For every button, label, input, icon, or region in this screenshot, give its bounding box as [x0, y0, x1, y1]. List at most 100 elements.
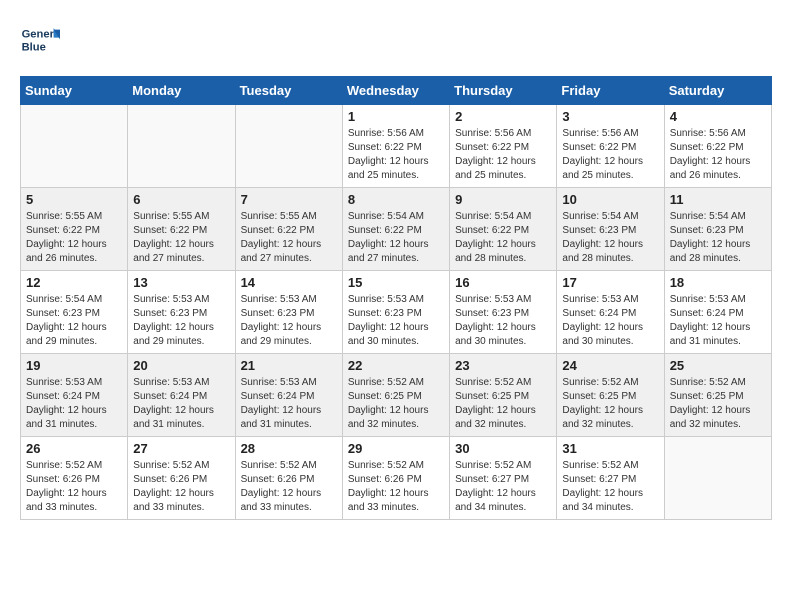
logo: General Blue [20, 20, 60, 60]
calendar-week-row: 19 Sunrise: 5:53 AM Sunset: 6:24 PM Dayli… [21, 354, 772, 437]
calendar-day-cell: 10Sunrise: 5:54 AM Sunset: 6:23 PM Dayli… [557, 188, 664, 271]
calendar-day-cell: 18 Sunrise: 5:53 AM Sunset: 6:24 PM Dayli… [664, 271, 771, 354]
day-detail: Sunrise: 5:54 AM Sunset: 6:22 PM Dayligh… [348, 210, 444, 266]
day-detail: Sunrise: 5:52 AM Sunset: 6:26 PM Dayligh… [133, 459, 229, 515]
day-detail: Sunrise: 5:52 AM Sunset: 6:27 PM Dayligh… [455, 459, 551, 515]
day-detail: Sunrise: 5:52 AM Sunset: 6:27 PM Dayligh… [562, 459, 658, 515]
svg-text:Blue: Blue [22, 41, 46, 53]
calendar-day-cell: 15 Sunrise: 5:53 AM Sunset: 6:23 PM Dayli… [342, 271, 449, 354]
day-number: 9 [455, 192, 551, 207]
weekday-header: Monday [128, 77, 235, 105]
day-number: 31 [562, 441, 658, 456]
calendar-day-cell [21, 105, 128, 188]
day-detail: Sunrise: 5:53 AM Sunset: 6:24 PM Dayligh… [670, 293, 766, 349]
weekday-header-row: SundayMondayTuesdayWednesdayThursdayFrid… [21, 77, 772, 105]
day-number: 1 [348, 109, 444, 124]
calendar-day-cell: 25Sunrise: 5:52 AM Sunset: 6:25 PM Dayli… [664, 354, 771, 437]
day-number: 27 [133, 441, 229, 456]
day-detail: Sunrise: 5:56 AM Sunset: 6:22 PM Dayligh… [348, 127, 444, 183]
calendar-day-cell: 28 Sunrise: 5:52 AM Sunset: 6:26 PM Dayli… [235, 437, 342, 520]
day-detail: Sunrise: 5:53 AM Sunset: 6:24 PM Dayligh… [26, 376, 122, 432]
calendar-day-cell: 11Sunrise: 5:54 AM Sunset: 6:23 PM Dayli… [664, 188, 771, 271]
calendar-day-cell: 9 Sunrise: 5:54 AM Sunset: 6:22 PM Daylig… [450, 188, 557, 271]
day-detail: Sunrise: 5:54 AM Sunset: 6:23 PM Dayligh… [26, 293, 122, 349]
calendar-week-row: 5 Sunrise: 5:55 AM Sunset: 6:22 PM Daylig… [21, 188, 772, 271]
day-detail: Sunrise: 5:55 AM Sunset: 6:22 PM Dayligh… [26, 210, 122, 266]
day-detail: Sunrise: 5:55 AM Sunset: 6:22 PM Dayligh… [133, 210, 229, 266]
calendar-day-cell: 26 Sunrise: 5:52 AM Sunset: 6:26 PM Dayli… [21, 437, 128, 520]
day-detail: Sunrise: 5:52 AM Sunset: 6:26 PM Dayligh… [26, 459, 122, 515]
day-number: 24 [562, 358, 658, 373]
day-number: 14 [241, 275, 337, 290]
day-number: 8 [348, 192, 444, 207]
calendar-day-cell: 1 Sunrise: 5:56 AM Sunset: 6:22 PM Daylig… [342, 105, 449, 188]
calendar-table: SundayMondayTuesdayWednesdayThursdayFrid… [20, 76, 772, 520]
day-number: 20 [133, 358, 229, 373]
calendar-day-cell: 23 Sunrise: 5:52 AM Sunset: 6:25 PM Dayli… [450, 354, 557, 437]
calendar-day-cell: 27 Sunrise: 5:52 AM Sunset: 6:26 PM Dayli… [128, 437, 235, 520]
day-number: 3 [562, 109, 658, 124]
calendar-day-cell: 4 Sunrise: 5:56 AM Sunset: 6:22 PM Daylig… [664, 105, 771, 188]
calendar-day-cell: 30Sunrise: 5:52 AM Sunset: 6:27 PM Dayli… [450, 437, 557, 520]
weekday-header: Thursday [450, 77, 557, 105]
day-detail: Sunrise: 5:53 AM Sunset: 6:23 PM Dayligh… [241, 293, 337, 349]
day-number: 28 [241, 441, 337, 456]
day-number: 5 [26, 192, 122, 207]
day-number: 22 [348, 358, 444, 373]
weekday-header: Tuesday [235, 77, 342, 105]
day-number: 17 [562, 275, 658, 290]
calendar-day-cell: 24 Sunrise: 5:52 AM Sunset: 6:25 PM Dayli… [557, 354, 664, 437]
calendar-day-cell: 16Sunrise: 5:53 AM Sunset: 6:23 PM Dayli… [450, 271, 557, 354]
day-number: 21 [241, 358, 337, 373]
day-detail: Sunrise: 5:52 AM Sunset: 6:25 PM Dayligh… [348, 376, 444, 432]
calendar-day-cell: 29 Sunrise: 5:52 AM Sunset: 6:26 PM Dayli… [342, 437, 449, 520]
day-number: 13 [133, 275, 229, 290]
day-detail: Sunrise: 5:53 AM Sunset: 6:24 PM Dayligh… [133, 376, 229, 432]
page-header: General Blue [20, 20, 772, 60]
logo-icon: General Blue [20, 20, 60, 60]
calendar-day-cell: 19 Sunrise: 5:53 AM Sunset: 6:24 PM Dayli… [21, 354, 128, 437]
day-detail: Sunrise: 5:53 AM Sunset: 6:23 PM Dayligh… [455, 293, 551, 349]
calendar-week-row: 1 Sunrise: 5:56 AM Sunset: 6:22 PM Daylig… [21, 105, 772, 188]
calendar-day-cell [235, 105, 342, 188]
calendar-day-cell: 21 Sunrise: 5:53 AM Sunset: 6:24 PM Dayli… [235, 354, 342, 437]
day-number: 18 [670, 275, 766, 290]
weekday-header: Wednesday [342, 77, 449, 105]
calendar-day-cell: 7 Sunrise: 5:55 AM Sunset: 6:22 PM Daylig… [235, 188, 342, 271]
calendar-day-cell: 22 Sunrise: 5:52 AM Sunset: 6:25 PM Dayli… [342, 354, 449, 437]
day-detail: Sunrise: 5:53 AM Sunset: 6:23 PM Dayligh… [348, 293, 444, 349]
day-detail: Sunrise: 5:53 AM Sunset: 6:24 PM Dayligh… [241, 376, 337, 432]
day-detail: Sunrise: 5:52 AM Sunset: 6:26 PM Dayligh… [241, 459, 337, 515]
day-number: 11 [670, 192, 766, 207]
day-number: 23 [455, 358, 551, 373]
day-detail: Sunrise: 5:54 AM Sunset: 6:22 PM Dayligh… [455, 210, 551, 266]
calendar-week-row: 26 Sunrise: 5:52 AM Sunset: 6:26 PM Dayli… [21, 437, 772, 520]
day-detail: Sunrise: 5:55 AM Sunset: 6:22 PM Dayligh… [241, 210, 337, 266]
day-number: 12 [26, 275, 122, 290]
day-number: 4 [670, 109, 766, 124]
day-detail: Sunrise: 5:52 AM Sunset: 6:25 PM Dayligh… [455, 376, 551, 432]
day-number: 2 [455, 109, 551, 124]
day-number: 15 [348, 275, 444, 290]
day-detail: Sunrise: 5:56 AM Sunset: 6:22 PM Dayligh… [670, 127, 766, 183]
day-number: 25 [670, 358, 766, 373]
calendar-day-cell: 13 Sunrise: 5:53 AM Sunset: 6:23 PM Dayli… [128, 271, 235, 354]
calendar-day-cell: 17 Sunrise: 5:53 AM Sunset: 6:24 PM Dayli… [557, 271, 664, 354]
day-detail: Sunrise: 5:56 AM Sunset: 6:22 PM Dayligh… [562, 127, 658, 183]
day-number: 26 [26, 441, 122, 456]
day-number: 19 [26, 358, 122, 373]
day-detail: Sunrise: 5:52 AM Sunset: 6:25 PM Dayligh… [562, 376, 658, 432]
calendar-day-cell [664, 437, 771, 520]
day-detail: Sunrise: 5:53 AM Sunset: 6:24 PM Dayligh… [562, 293, 658, 349]
calendar-week-row: 12 Sunrise: 5:54 AM Sunset: 6:23 PM Dayli… [21, 271, 772, 354]
weekday-header: Sunday [21, 77, 128, 105]
weekday-header: Saturday [664, 77, 771, 105]
day-number: 7 [241, 192, 337, 207]
day-detail: Sunrise: 5:53 AM Sunset: 6:23 PM Dayligh… [133, 293, 229, 349]
day-number: 10 [562, 192, 658, 207]
day-detail: Sunrise: 5:52 AM Sunset: 6:26 PM Dayligh… [348, 459, 444, 515]
calendar-day-cell: 12 Sunrise: 5:54 AM Sunset: 6:23 PM Dayli… [21, 271, 128, 354]
day-number: 29 [348, 441, 444, 456]
calendar-day-cell: 6Sunrise: 5:55 AM Sunset: 6:22 PM Daylig… [128, 188, 235, 271]
calendar-day-cell: 3 Sunrise: 5:56 AM Sunset: 6:22 PM Daylig… [557, 105, 664, 188]
